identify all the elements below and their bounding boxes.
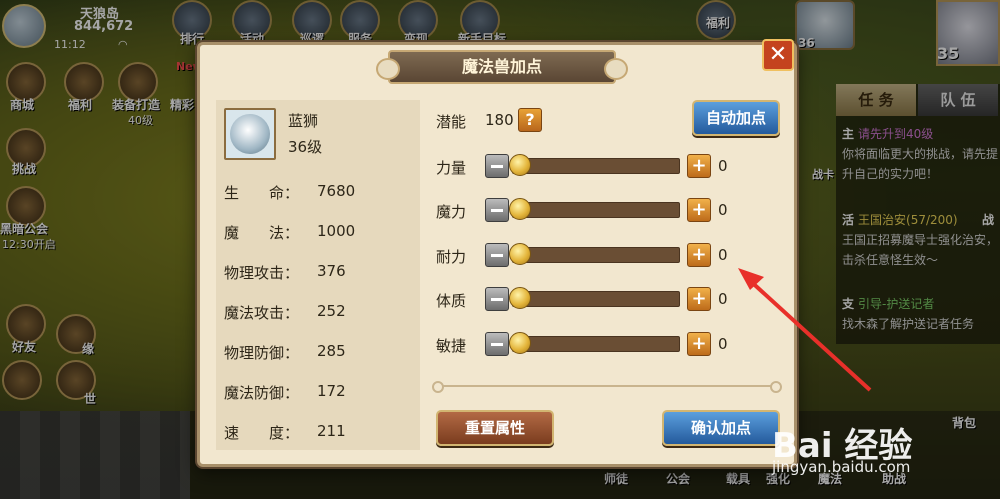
watermark-url: jingyan.baidu.com — [772, 458, 911, 476]
